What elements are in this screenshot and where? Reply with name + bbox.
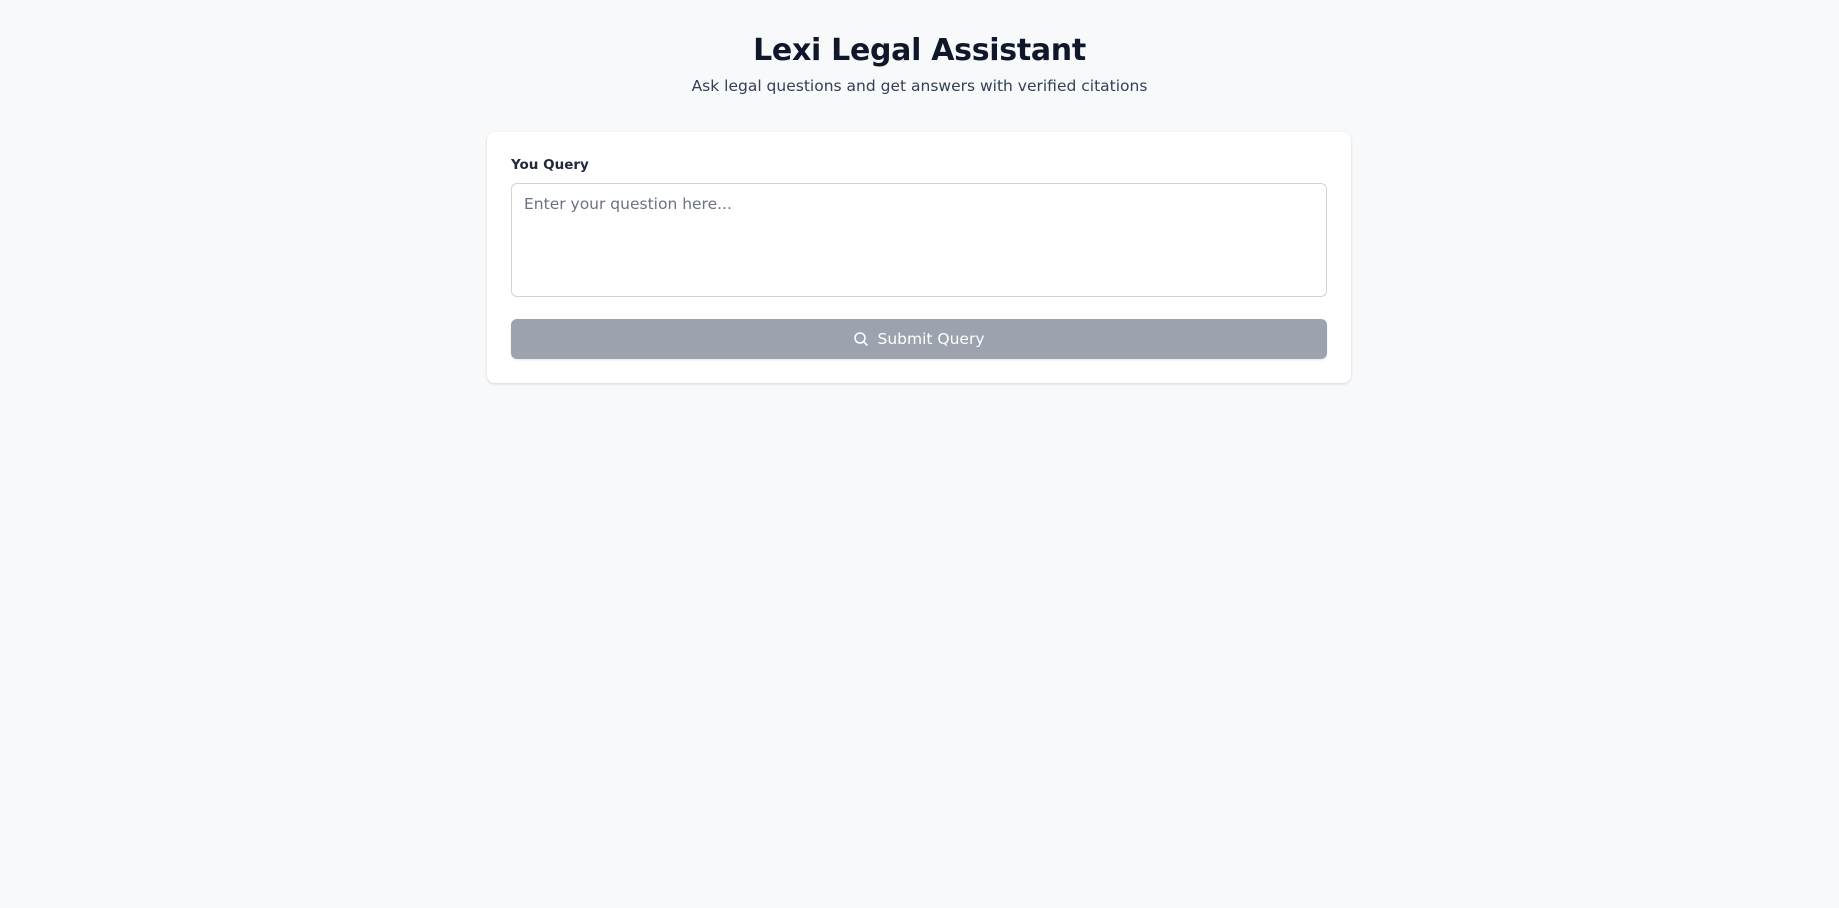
submit-query-button[interactable]: Submit Query (511, 319, 1327, 359)
query-card: You Query Submit Query (487, 132, 1351, 383)
submit-query-label: Submit Query (877, 330, 985, 348)
search-icon (853, 331, 869, 347)
query-input[interactable] (511, 183, 1327, 297)
query-label: You Query (511, 157, 589, 173)
page-title: Lexi Legal Assistant (753, 33, 1086, 68)
page-header: Lexi Legal Assistant Ask legal questions… (0, 0, 1839, 96)
page-subtitle: Ask legal questions and get answers with… (691, 77, 1148, 95)
